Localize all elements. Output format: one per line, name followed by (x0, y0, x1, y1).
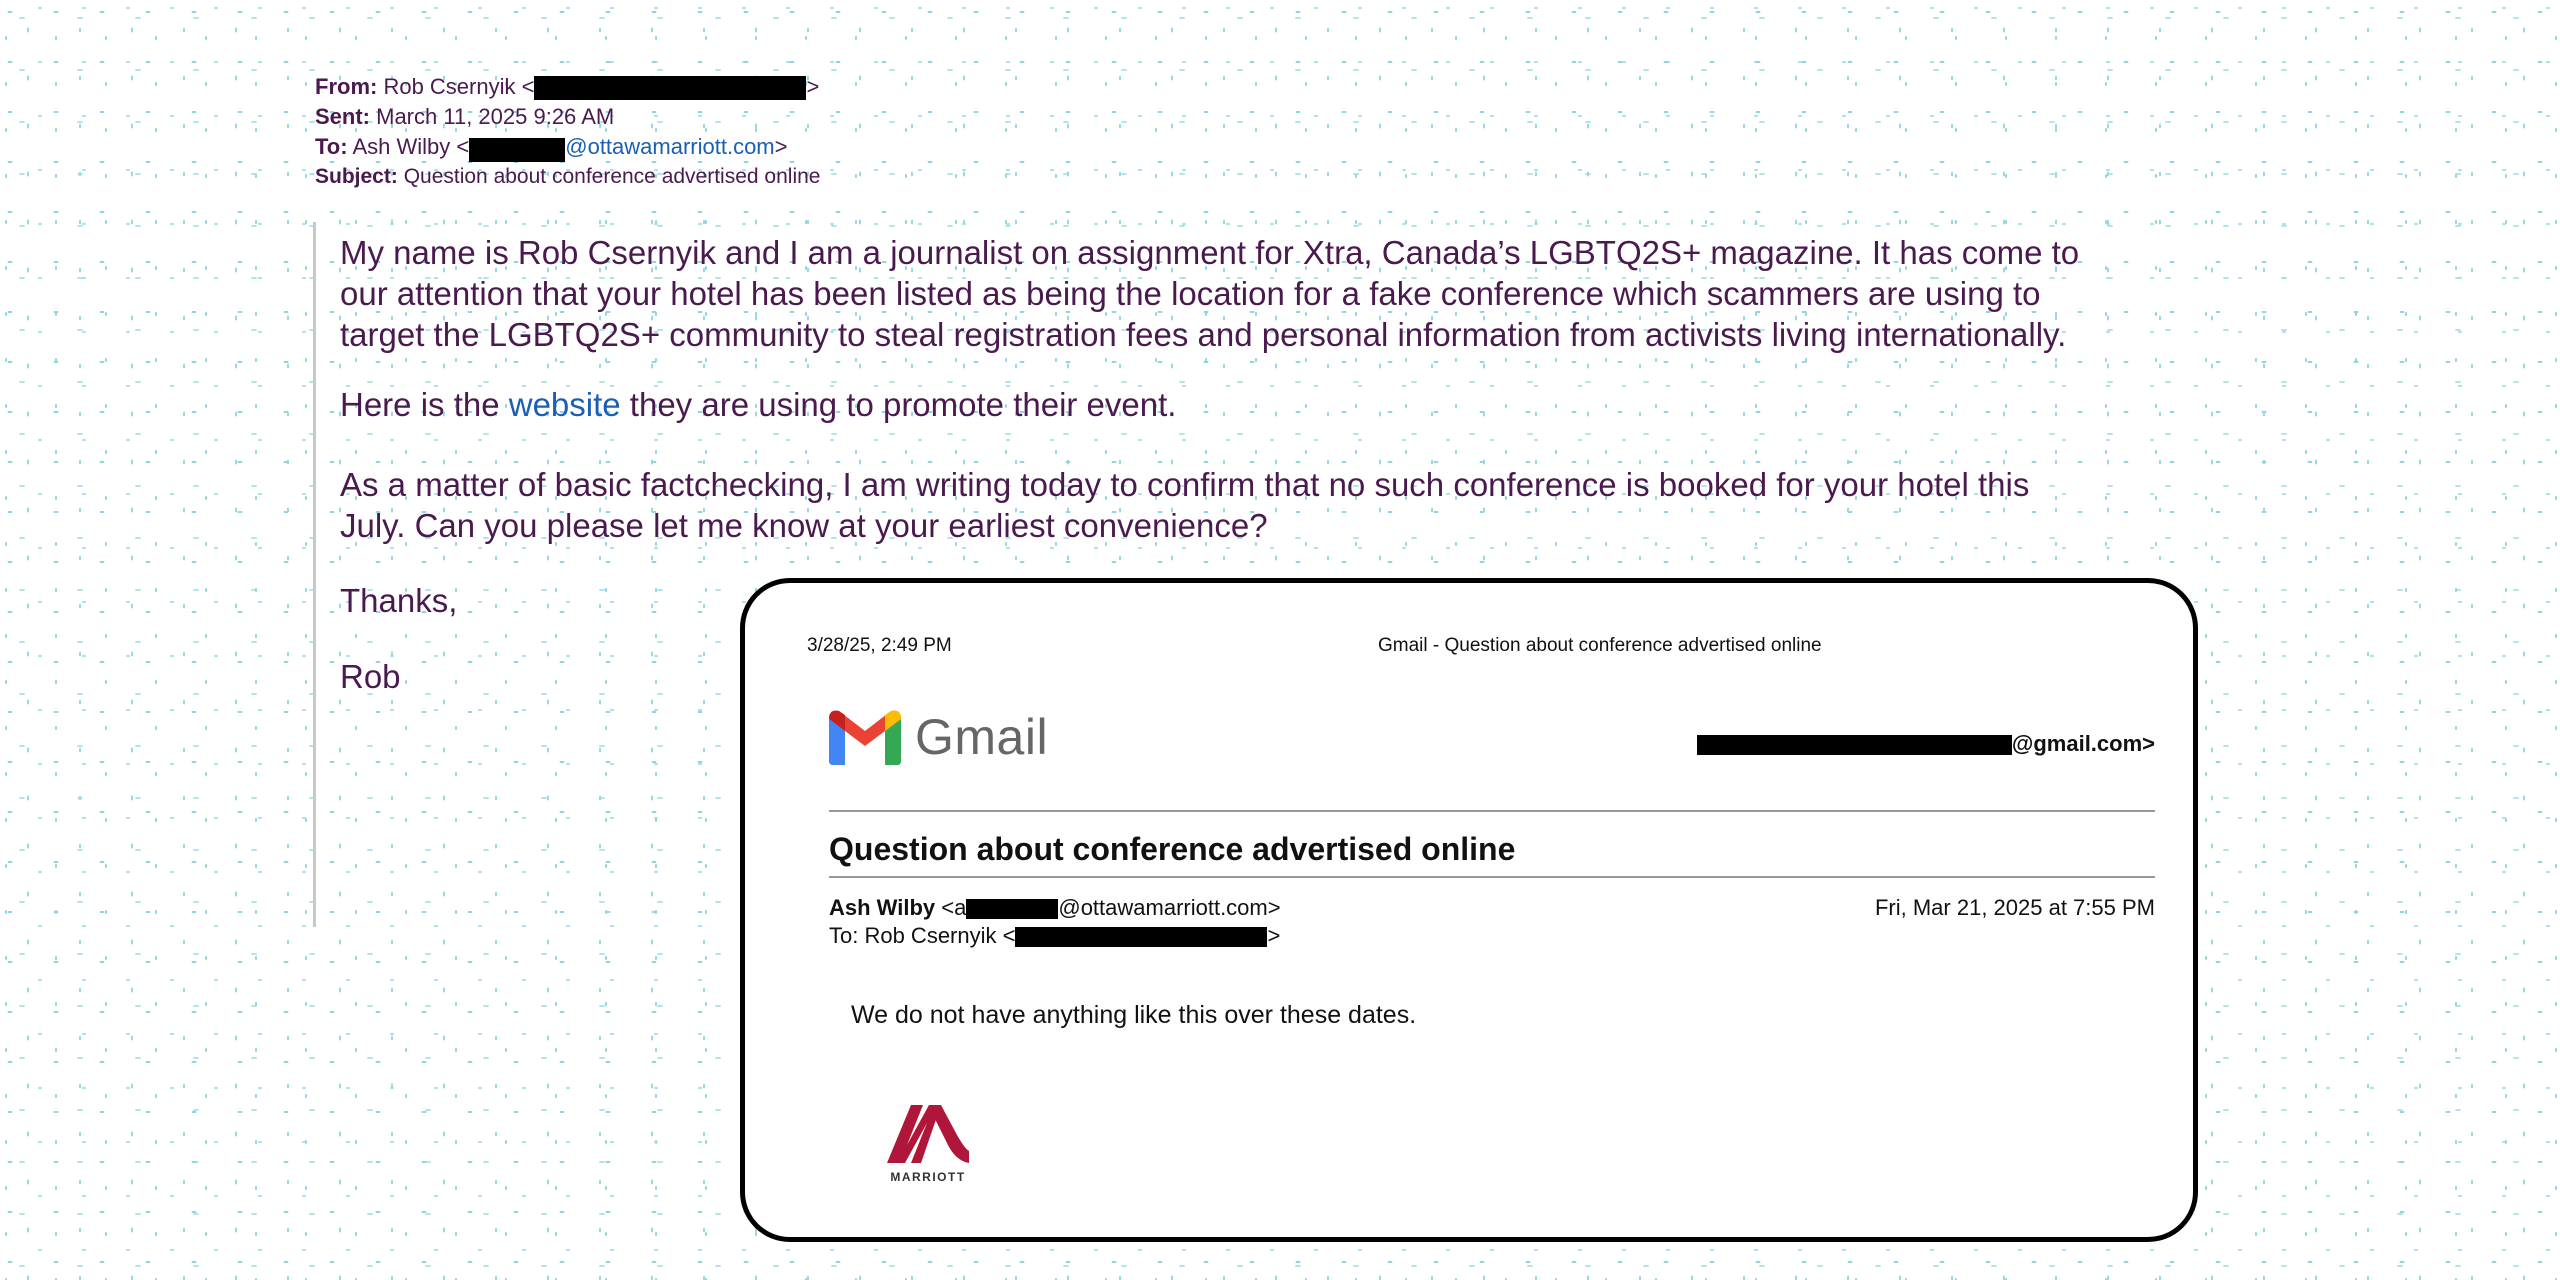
signature-text: Rob (340, 658, 401, 695)
message-recipient: To: Rob Csernyik < > (829, 923, 1280, 949)
to-row: To: Ash Wilby < @ottawamarriott.com> (315, 132, 820, 163)
from-row: From: Rob Csernyik < > (315, 72, 820, 102)
subject-row: Subject: Question about conference adver… (315, 162, 820, 192)
account-suffix: @gmail.com> (2011, 731, 2155, 756)
gmail-printout-card: 3/28/25, 2:49 PM Gmail - Question about … (740, 578, 2198, 1242)
sent-value: March 11, 2025 9:26 AM (376, 104, 615, 129)
sender-name: Ash Wilby (829, 895, 936, 920)
quote-bar (313, 222, 316, 927)
to-close: > (774, 134, 788, 159)
sender-suffix: @ottawamarriott.com> (1058, 895, 1281, 920)
sent-row: Sent: March 11, 2025 9:26 AM (315, 102, 820, 132)
redacted-account (1696, 735, 2012, 756)
sent-label: Sent: (315, 104, 370, 129)
marriott-logo-icon (887, 1105, 969, 1163)
message-text: We do not have anything like this over t… (851, 1001, 1417, 1029)
to-email-link[interactable]: @ottawamarriott.com (565, 134, 774, 159)
gmail-m-icon (829, 710, 901, 765)
subject-label: Subject: (315, 165, 398, 189)
subject-value: Question about conference advertised onl… (403, 165, 821, 189)
website-after: they are using to promote their event. (620, 386, 1177, 423)
to-label: To: (315, 134, 348, 159)
redacted-from-email (534, 76, 807, 101)
intro-line-2: our attention that your hotel has been l… (340, 275, 2041, 312)
intro-line-1: My name is Rob Csernyik and I am a journ… (340, 234, 2080, 271)
redacted-sender (966, 899, 1059, 920)
from-label: From: (315, 74, 378, 99)
message-sender: Ash Wilby <a @ottawamarriott.com> (829, 895, 1281, 921)
to-name: Ash Wilby < (352, 134, 470, 159)
intro-line-3: target the LGBTQ2S+ community to steal r… (340, 316, 2067, 353)
thread-subject: Question about conference advertised onl… (829, 831, 1516, 867)
thanks-text: Thanks, (340, 582, 458, 619)
recipient-prefix: To: Rob Csernyik < (829, 923, 1016, 948)
divider (829, 876, 2155, 878)
marriott-logo-text: MARRIOTT (890, 1170, 966, 1184)
sender-open: <a (935, 895, 967, 920)
message-date: Fri, Mar 21, 2025 at 7:55 PM (1874, 895, 2155, 920)
account-email: @gmail.com> (1696, 731, 2155, 757)
print-timestamp: 3/28/25, 2:49 PM (807, 635, 952, 656)
website-before: Here is the (340, 386, 509, 423)
request-line-2: July. Can you please let me know at your… (340, 507, 1268, 544)
request-line-1: As a matter of basic factchecking, I am … (340, 466, 2030, 503)
marriott-logo: MARRIOTT (873, 1101, 983, 1184)
paragraph-request: As a matter of basic factchecking, I am … (340, 464, 2029, 546)
paragraph-intro: My name is Rob Csernyik and I am a journ… (340, 232, 2079, 355)
email-header: From: Rob Csernyik < > Sent: March 11, 20… (315, 72, 820, 192)
recipient-suffix: > (1267, 923, 1281, 948)
from-name: Rob Csernyik < (383, 74, 535, 99)
gmail-logo: Gmail (829, 708, 1048, 766)
divider (829, 810, 2155, 812)
redacted-to-email (469, 138, 566, 163)
gmail-logo-text: Gmail (915, 709, 1049, 765)
website-link[interactable]: website (509, 386, 621, 423)
from-close: > (806, 74, 820, 99)
print-page-title: Gmail - Question about conference advert… (1378, 635, 1822, 656)
paragraph-website: Here is the website they are using to pr… (340, 384, 1176, 425)
redacted-recipient (1015, 927, 1268, 948)
